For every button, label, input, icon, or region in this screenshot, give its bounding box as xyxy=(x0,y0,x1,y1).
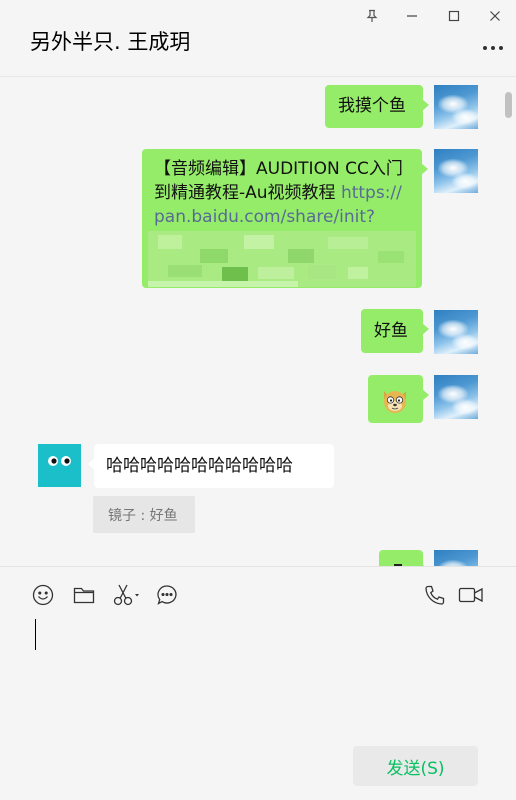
scrollbar[interactable] xyxy=(505,92,512,118)
send-button[interactable]: 发送(S) xyxy=(353,746,478,786)
maximize-icon[interactable] xyxy=(440,4,468,28)
my-avatar[interactable] xyxy=(434,149,478,193)
blurred-link-content xyxy=(148,231,416,287)
message-bubble[interactable]: 我摸个鱼 xyxy=(325,85,429,128)
quoted-message[interactable]: 镜子 : 好鱼 xyxy=(93,496,195,533)
text-cursor xyxy=(35,619,36,650)
minimize-icon[interactable] xyxy=(398,4,426,28)
my-avatar[interactable] xyxy=(434,310,478,354)
more-icon[interactable] xyxy=(480,38,506,58)
scissors-icon[interactable] xyxy=(111,582,141,608)
my-avatar[interactable] xyxy=(434,550,478,566)
contact-avatar[interactable] xyxy=(38,444,81,487)
message-bubble-emoji[interactable] xyxy=(368,375,429,423)
pin-icon[interactable] xyxy=(358,4,386,28)
message-bubble[interactable] xyxy=(379,550,429,566)
close-icon[interactable] xyxy=(481,4,509,28)
doge-emoji-icon xyxy=(384,391,406,413)
message-bubble[interactable]: 好鱼 xyxy=(361,309,429,353)
message-bubble-link[interactable]: 【音频编辑】AUDITION CC入门到精通教程-Au视频教程 https://… xyxy=(142,149,428,288)
title-bar: 另外半只. 王成玥 xyxy=(0,0,516,77)
phone-icon[interactable] xyxy=(422,582,448,608)
message-text: 我摸个鱼 xyxy=(338,96,406,116)
my-avatar[interactable] xyxy=(434,85,478,129)
input-area[interactable]: 发送(S) xyxy=(0,566,516,800)
chat-title: 另外半只. 王成玥 xyxy=(30,30,191,54)
video-icon[interactable] xyxy=(457,582,485,608)
message-list[interactable]: 我摸个鱼 【音频编辑】AUDITION CC入门到精通教程-Au视频教程 htt… xyxy=(0,78,516,566)
message-text: 好鱼 xyxy=(374,321,408,341)
message-bubble[interactable]: 哈哈哈哈哈哈哈哈哈哈哈 xyxy=(88,444,334,488)
message-text: 哈哈哈哈哈哈哈哈哈哈哈 xyxy=(106,456,293,476)
my-avatar[interactable] xyxy=(434,375,478,419)
emoji-icon[interactable] xyxy=(30,582,56,608)
folder-icon[interactable] xyxy=(71,582,97,608)
chat-bubble-icon[interactable] xyxy=(154,582,180,608)
